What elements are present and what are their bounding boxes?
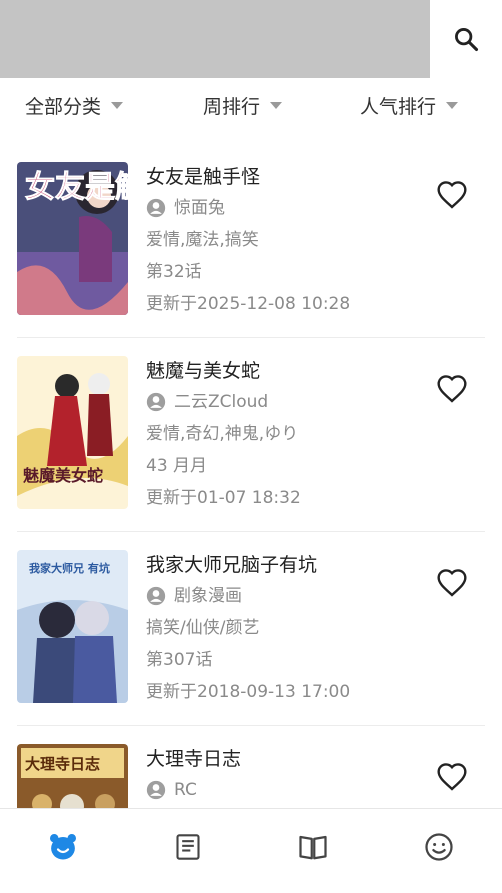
heart-outline-icon[interactable]	[436, 761, 468, 793]
heart-outline-icon[interactable]	[436, 179, 468, 211]
category-filter-label: 全部分类	[25, 96, 102, 118]
avatar-icon	[146, 392, 166, 412]
latest-chapter: 第32话	[146, 262, 202, 282]
cover-art: 我家大师兄 有坑	[17, 550, 128, 703]
list-item[interactable]: 我家大师兄 有坑 我家大师兄脑子有坑 剧象漫画 搞笑/仙侠/颜艺 第307话 更…	[0, 533, 502, 726]
top-bar	[0, 0, 502, 78]
cover-title-text: 女友是触手怪	[25, 170, 128, 205]
comic-cover[interactable]: 女友是触手怪	[17, 162, 128, 315]
sort-filter-label: 人气排行	[360, 96, 437, 118]
author-name: 惊面兔	[174, 198, 225, 218]
comic-tags: 爱情,奇幻,神鬼,ゆり	[146, 424, 299, 444]
nav-profile-button[interactable]	[419, 827, 459, 867]
avatar-icon	[146, 780, 166, 800]
author-line: 二云ZCloud	[146, 386, 301, 418]
nav-list-button[interactable]	[168, 827, 208, 867]
bottom-navigation	[0, 808, 502, 893]
list-item[interactable]: 大理寺日志 大理寺日志 RC	[0, 727, 502, 808]
comic-title: 我家大师兄脑子有坑	[146, 554, 318, 576]
dropdown-arrow-icon	[270, 102, 283, 109]
dropdown-arrow-icon	[446, 102, 459, 109]
list-item[interactable]: 女友是触手怪 女友是触手怪 惊面兔 爱情,魔法,搞笑 第32话 更新于2025-…	[0, 145, 502, 338]
heart-outline-icon[interactable]	[436, 567, 468, 599]
cover-art: 魅魔美女蛇	[17, 356, 128, 509]
cover-title-text: 我家大师兄 有坑	[29, 561, 110, 575]
search-icon	[455, 28, 479, 52]
comic-tags: 爱情,魔法,搞笑	[146, 230, 259, 250]
book-icon	[299, 835, 327, 860]
sort-filter[interactable]: 人气排行	[360, 92, 459, 119]
author-line: 剧象漫画	[146, 580, 350, 612]
author-line: 惊面兔	[146, 192, 350, 224]
nav-home-button[interactable]	[43, 827, 83, 867]
comic-title: 女友是触手怪	[146, 166, 261, 188]
avatar-icon	[146, 198, 166, 218]
nav-read-button[interactable]	[293, 827, 333, 867]
comic-title: 魅魔与美女蛇	[146, 360, 261, 382]
cover-art: 女友是触手怪	[17, 162, 128, 315]
divider	[17, 725, 485, 726]
comic-cover[interactable]: 魅魔美女蛇	[17, 356, 128, 509]
cover-art: 大理寺日志	[17, 744, 128, 808]
latest-chapter: 43 月月	[146, 456, 208, 476]
update-time: 更新于2018-09-13 17:00	[146, 682, 351, 702]
category-filter[interactable]: 全部分类	[25, 92, 124, 119]
heart-outline-icon[interactable]	[436, 373, 468, 405]
comic-cover[interactable]: 我家大师兄 有坑	[17, 550, 128, 703]
comic-title: 大理寺日志	[146, 748, 242, 770]
bear-icon	[50, 834, 76, 860]
cover-title-text: 魅魔美女蛇	[23, 466, 103, 485]
latest-chapter: 第307话	[146, 650, 213, 670]
header-banner-placeholder	[0, 0, 430, 78]
update-time: 更新于2025-12-08 10:28	[146, 294, 351, 314]
cover-title-text: 大理寺日志	[25, 755, 100, 773]
author-name: 二云ZCloud	[174, 392, 269, 412]
smiley-icon	[425, 833, 453, 861]
author-name: RC	[174, 780, 197, 800]
period-filter[interactable]: 周排行	[203, 92, 283, 119]
author-line: RC	[146, 774, 241, 806]
period-filter-label: 周排行	[203, 96, 261, 118]
filter-bar: 全部分类 周排行 人气排行	[0, 78, 502, 132]
author-name: 剧象漫画	[174, 586, 242, 606]
article-icon	[176, 834, 200, 860]
avatar-icon	[146, 586, 166, 606]
dropdown-arrow-icon	[111, 102, 124, 109]
search-button[interactable]	[430, 0, 502, 78]
update-time: 更新于01-07 18:32	[146, 488, 301, 508]
divider	[17, 337, 485, 338]
comic-tags: 搞笑/仙侠/颜艺	[146, 618, 260, 638]
divider	[17, 531, 485, 532]
list-item[interactable]: 魅魔美女蛇 魅魔与美女蛇 二云ZCloud 爱情,奇幻,神鬼,ゆり 43 月月 …	[0, 339, 502, 532]
comic-cover[interactable]: 大理寺日志	[17, 744, 128, 808]
